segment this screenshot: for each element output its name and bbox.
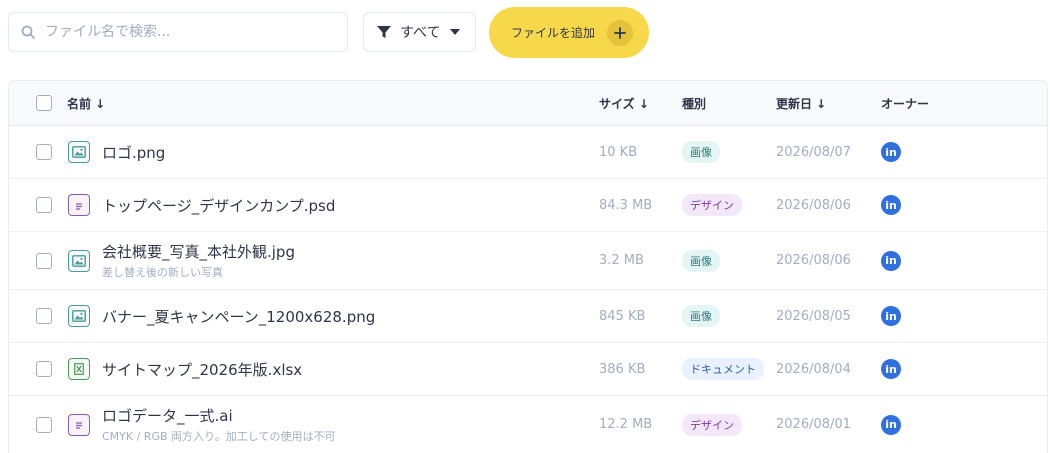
add-file-button[interactable]: ファイルを追加 (489, 7, 649, 58)
search-icon (21, 25, 35, 39)
row-checkbox[interactable] (36, 144, 52, 160)
header-owner: オーナー (881, 96, 930, 111)
file-table: 名前 ↓ サイズ ↓ 種別 更新日 ↓ オーナー ロゴ.png 10 KB 画像… (8, 80, 1048, 453)
type-badge: ドキュメント (682, 358, 764, 380)
image-file-icon (68, 249, 90, 272)
file-size: 12.2 MB (599, 417, 653, 432)
file-name-cell: バナー_夏キャンペーン_1200x628.png (102, 306, 375, 327)
header-size[interactable]: サイズ ↓ (599, 81, 649, 125)
toolbar: すべて ファイルを追加 (0, 0, 1050, 70)
header-name[interactable]: 名前 ↓ (67, 81, 105, 125)
file-name[interactable]: バナー_夏キャンペーン_1200x628.png (102, 306, 375, 327)
filter-label: すべて (400, 25, 441, 41)
table-header: 名前 ↓ サイズ ↓ 種別 更新日 ↓ オーナー (9, 81, 1047, 126)
filter-dropdown[interactable]: すべて (363, 12, 476, 52)
file-size: 845 KB (599, 308, 646, 324)
plus-icon (607, 19, 634, 46)
table-body: ロゴ.png 10 KB 画像 2026/08/07 in トップページ_デザイ… (9, 126, 1047, 453)
row-checkbox[interactable] (36, 197, 52, 213)
owner-avatar[interactable]: in (881, 359, 901, 379)
header-updated[interactable]: 更新日 ↓ (776, 81, 826, 125)
file-note: CMYK / RGB 両方入り。加工しての使用は不可 (102, 430, 336, 443)
caret-down-icon (450, 29, 461, 35)
file-name[interactable]: 会社概要_写真_本社外観.jpg (102, 241, 295, 262)
file-name[interactable]: ロゴ.png (102, 142, 165, 163)
image-file-icon (68, 305, 90, 327)
header-type: 種別 (682, 96, 707, 111)
table-row[interactable]: バナー_夏キャンペーン_1200x628.png 845 KB 画像 2026/… (9, 290, 1047, 343)
row-checkbox[interactable] (36, 416, 52, 433)
row-checkbox[interactable] (36, 361, 52, 377)
file-size: 84.3 MB (599, 197, 653, 213)
updated-date: 2026/08/01 (776, 417, 851, 432)
file-name-cell: ロゴ.png (102, 142, 165, 163)
owner-avatar[interactable]: in (881, 414, 901, 435)
file-name[interactable]: ロゴデータ_一式.ai (102, 405, 335, 426)
search-input[interactable] (43, 23, 317, 41)
table-row[interactable]: トップページ_デザインカンプ.psd 84.3 MB デザイン 2026/08/… (9, 179, 1047, 232)
owner-avatar[interactable]: in (881, 306, 901, 326)
search-box[interactable] (8, 12, 348, 52)
funnel-icon (377, 26, 391, 38)
type-badge: デザイン (682, 413, 742, 436)
document-file-icon (68, 413, 90, 436)
file-name[interactable]: トップページ_デザインカンプ.psd (102, 195, 335, 216)
updated-date: 2026/08/06 (776, 197, 851, 213)
file-note: 差し替え後の新しい写真 (102, 266, 223, 279)
spreadsheet-file-icon (68, 358, 90, 380)
table-row[interactable]: ロゴデータ_一式.ai CMYK / RGB 両方入り。加工しての使用は不可 1… (9, 396, 1047, 453)
image-file-icon (68, 141, 90, 163)
updated-date: 2026/08/07 (776, 144, 851, 160)
type-badge: デザイン (682, 194, 742, 216)
file-size: 3.2 MB (599, 253, 644, 268)
file-size: 386 KB (599, 361, 646, 377)
select-all-checkbox[interactable] (36, 95, 52, 111)
table-row[interactable]: 会社概要_写真_本社外観.jpg 差し替え後の新しい写真 3.2 MB 画像 2… (9, 232, 1047, 290)
type-badge: 画像 (682, 141, 720, 163)
document-file-icon (68, 194, 90, 216)
file-name-cell: トップページ_デザインカンプ.psd (102, 195, 335, 216)
file-name[interactable]: サイトマップ_2026年版.xlsx (102, 359, 302, 380)
updated-date: 2026/08/04 (776, 361, 851, 377)
table-row[interactable]: サイトマップ_2026年版.xlsx 386 KB ドキュメント 2026/08… (9, 343, 1047, 396)
file-name-cell: サイトマップ_2026年版.xlsx (102, 359, 302, 380)
file-name-cell: 会社概要_写真_本社外観.jpg 差し替え後の新しい写真 (102, 241, 295, 280)
type-badge: 画像 (682, 249, 720, 272)
file-name-cell: ロゴデータ_一式.ai CMYK / RGB 両方入り。加工しての使用は不可 (102, 405, 335, 444)
owner-avatar[interactable]: in (881, 142, 901, 162)
owner-avatar[interactable]: in (881, 195, 901, 215)
add-file-label: ファイルを追加 (511, 26, 596, 40)
row-checkbox[interactable] (36, 252, 52, 269)
updated-date: 2026/08/05 (776, 308, 851, 324)
type-badge: 画像 (682, 305, 720, 327)
row-checkbox[interactable] (36, 308, 52, 324)
file-size: 10 KB (599, 144, 638, 160)
table-row[interactable]: ロゴ.png 10 KB 画像 2026/08/07 in (9, 126, 1047, 179)
updated-date: 2026/08/06 (776, 253, 851, 268)
owner-avatar[interactable]: in (881, 250, 901, 271)
